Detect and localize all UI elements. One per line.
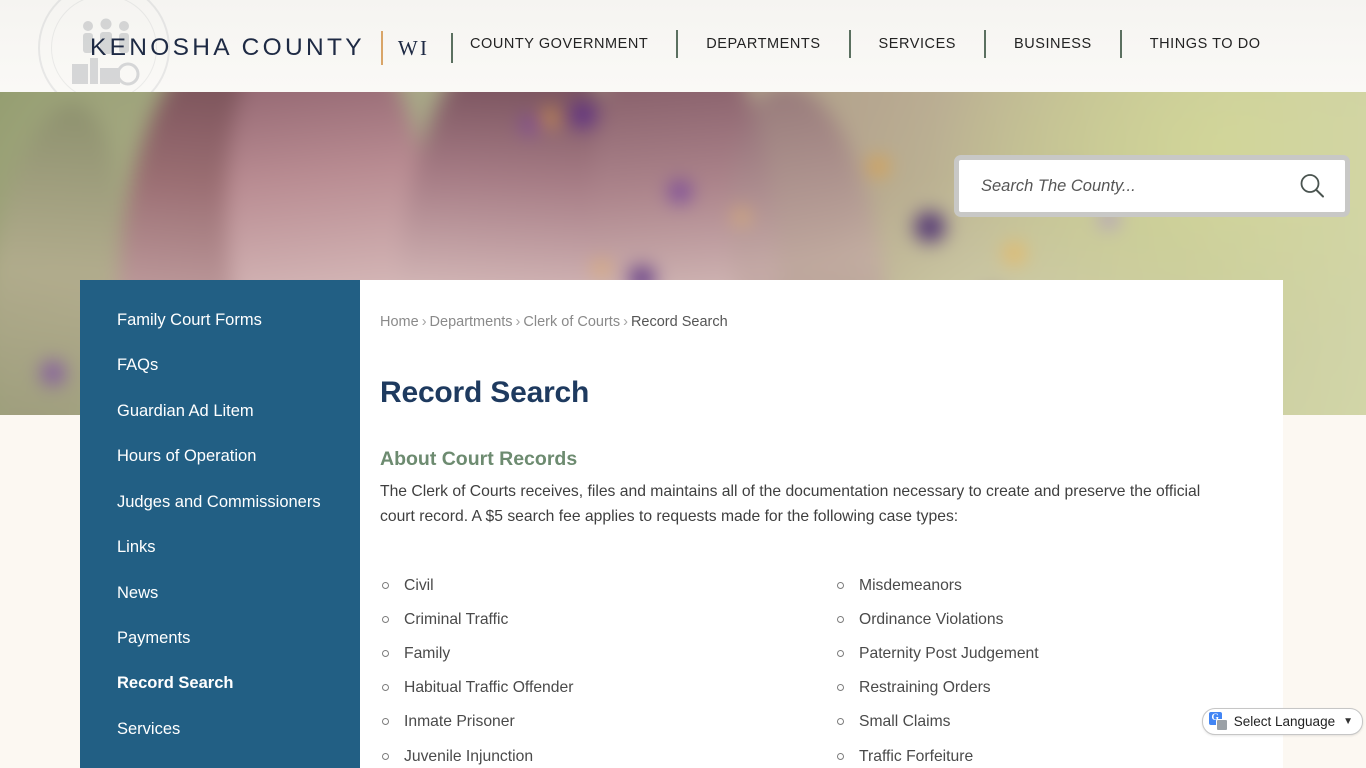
sidebar-item-news[interactable]: News (80, 571, 360, 616)
page-title: Record Search (380, 375, 590, 409)
list-item: Paternity Post Judgement (835, 643, 1290, 664)
main-content-card: Home › Departments › Clerk of Courts › Record … (360, 280, 1283, 768)
breadcrumb-separator: › (421, 314, 427, 330)
breadcrumb-item-home[interactable]: Home (380, 314, 419, 330)
list-item: Traffic Forfeiture (835, 746, 1290, 767)
list-item: Inmate Prisoner (380, 711, 835, 732)
wordmark-kenosha-county: KENOSHA COUNTY (90, 33, 365, 61)
primary-navigation: COUNTY GOVERNMENT DEPARTMENTS SERVICES B… (470, 30, 1261, 58)
language-selector-label: Select Language (1233, 714, 1336, 729)
wordmark-state-abbr: WI (397, 35, 430, 60)
breadcrumb: Home › Departments › Clerk of Courts › Record … (380, 312, 1231, 334)
breadcrumb-item-departments[interactable]: Departments (430, 314, 513, 330)
logo-divider-green (451, 33, 454, 63)
sidebar-item-links[interactable]: Links (80, 525, 360, 570)
search-input[interactable] (959, 176, 1289, 196)
nav-item-county-government[interactable]: COUNTY GOVERNMENT (470, 32, 648, 56)
nav-item-things-to-do[interactable]: THINGS TO DO (1150, 32, 1261, 56)
logo-divider-orange (380, 31, 383, 65)
sidebar-item-judges-and-commissioners[interactable]: Judges and Commissioners (80, 480, 360, 525)
breadcrumb-separator: › (515, 314, 521, 330)
list-item: Family (380, 643, 835, 664)
breadcrumb-item-record-search: Record Search (630, 314, 728, 330)
nav-item-departments[interactable]: DEPARTMENTS (706, 32, 820, 56)
nav-separator (984, 30, 987, 58)
google-translate-icon: G (1208, 712, 1228, 731)
case-types-left-column: Civil Criminal Traffic Family Habitual T… (380, 575, 835, 768)
list-item: Juvenile Injunction (380, 746, 835, 767)
list-item: Ordinance Violations (835, 609, 1290, 630)
list-item: Civil (380, 575, 835, 596)
nav-item-services[interactable]: SERVICES (879, 32, 956, 56)
about-court-records-paragraph: The Clerk of Courts receives, files and … (380, 482, 1201, 526)
list-item: Habitual Traffic Offender (380, 677, 835, 698)
sidebar-item-record-search[interactable]: Record Search (80, 661, 360, 706)
section-heading-about-court-records: About Court Records (380, 447, 578, 470)
search-icon (1300, 174, 1324, 198)
case-types-right-column: Misdemeanors Ordinance Violations Patern… (835, 575, 1290, 768)
sidebar-item-hours-of-operation[interactable]: Hours of Operation (80, 434, 360, 479)
chevron-down-icon: ▼ (1343, 716, 1353, 727)
case-types-list: Civil Criminal Traffic Family Habitual T… (380, 575, 1231, 768)
translate-badge-secondary (1215, 719, 1228, 731)
sidebar-item-payments[interactable]: Payments (80, 616, 360, 661)
section-sidebar-navigation: Family Court Forms FAQs Guardian Ad Lite… (80, 280, 360, 768)
sidebar-item-services[interactable]: Services (80, 707, 360, 752)
search-submit-button[interactable] (1289, 160, 1345, 212)
site-logo[interactable]: KENOSHA COUNTY WI (90, 31, 454, 65)
list-item: Restraining Orders (835, 677, 1290, 698)
list-item: Criminal Traffic (380, 609, 835, 630)
sidebar-item-guardian-ad-litem[interactable]: Guardian Ad Litem (80, 389, 360, 434)
site-header: KENOSHA COUNTY WISCONSIN KENOSHA COUNTY … (0, 0, 1366, 92)
nav-separator (1119, 30, 1122, 58)
breadcrumb-separator: › (623, 314, 628, 330)
sidebar-item-faqs[interactable]: FAQs (80, 343, 360, 388)
language-selector[interactable]: G Select Language ▼ (1201, 708, 1363, 735)
sidebar-item-family-court-forms[interactable]: Family Court Forms (80, 298, 360, 343)
nav-separator (676, 30, 679, 58)
list-item: Misdemeanors (835, 575, 1290, 596)
breadcrumb-item-clerk-of-courts[interactable]: Clerk of Courts (523, 314, 620, 330)
nav-item-business[interactable]: BUSINESS (1014, 32, 1092, 56)
nav-separator (848, 30, 851, 58)
site-search-box (954, 155, 1350, 217)
